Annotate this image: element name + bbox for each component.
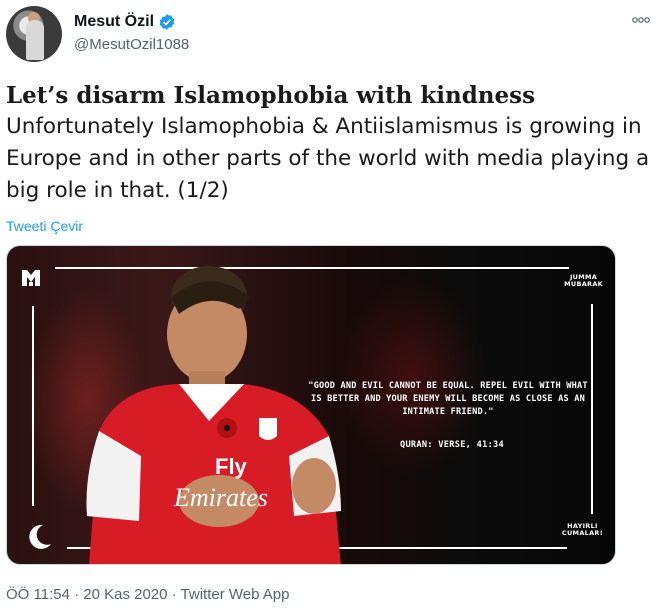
avatar[interactable] [6, 6, 62, 62]
tweet-text: Let’s disarm Islamophobia with kindness … [6, 82, 656, 207]
shirt-sponsor-emirates: Emirates [173, 483, 268, 512]
frame-line-right [591, 304, 593, 514]
tweet-headline: Let’s disarm Islamophobia with kindness [6, 82, 536, 109]
verified-badge-icon [159, 14, 175, 30]
more-icon[interactable] [632, 12, 650, 27]
tweet-body: Unfortunately Islamophobia & Antiislamis… [6, 114, 650, 203]
author-name-row[interactable]: Mesut Özil [74, 13, 176, 31]
display-name[interactable]: Mesut Özil [74, 13, 154, 31]
quote-text: "GOOD AND EVIL CANNOT BE EQUAL. REPEL EV… [308, 381, 588, 417]
tweet-header: Mesut Özil @MesutOzil1088 [6, 6, 656, 62]
jumma-mubarak-label: JUMMA MUBARAK [564, 273, 603, 288]
verse-reference: QURAN: VERSE, 41:34 [399, 440, 504, 450]
m10-logo-icon [22, 270, 40, 286]
tweet-media-image[interactable]: JUMMA MUBARAK Fly Emirates "GOOD AND EVI… [6, 245, 616, 565]
hayirli-cumalar-label: HAYIRLI CUMALAR! [561, 522, 603, 537]
shirt-sponsor-fly: Fly [215, 454, 248, 479]
author-handle[interactable]: @MesutOzil1088 [74, 36, 189, 53]
tweet-timestamp-source[interactable]: ÖÖ 11:54 · 20 Kas 2020 · Twitter Web App [6, 586, 290, 603]
frame-line-left [32, 306, 34, 506]
crescent-moon-icon [29, 524, 51, 549]
translate-link[interactable]: Tweeti Çevir [6, 218, 83, 234]
